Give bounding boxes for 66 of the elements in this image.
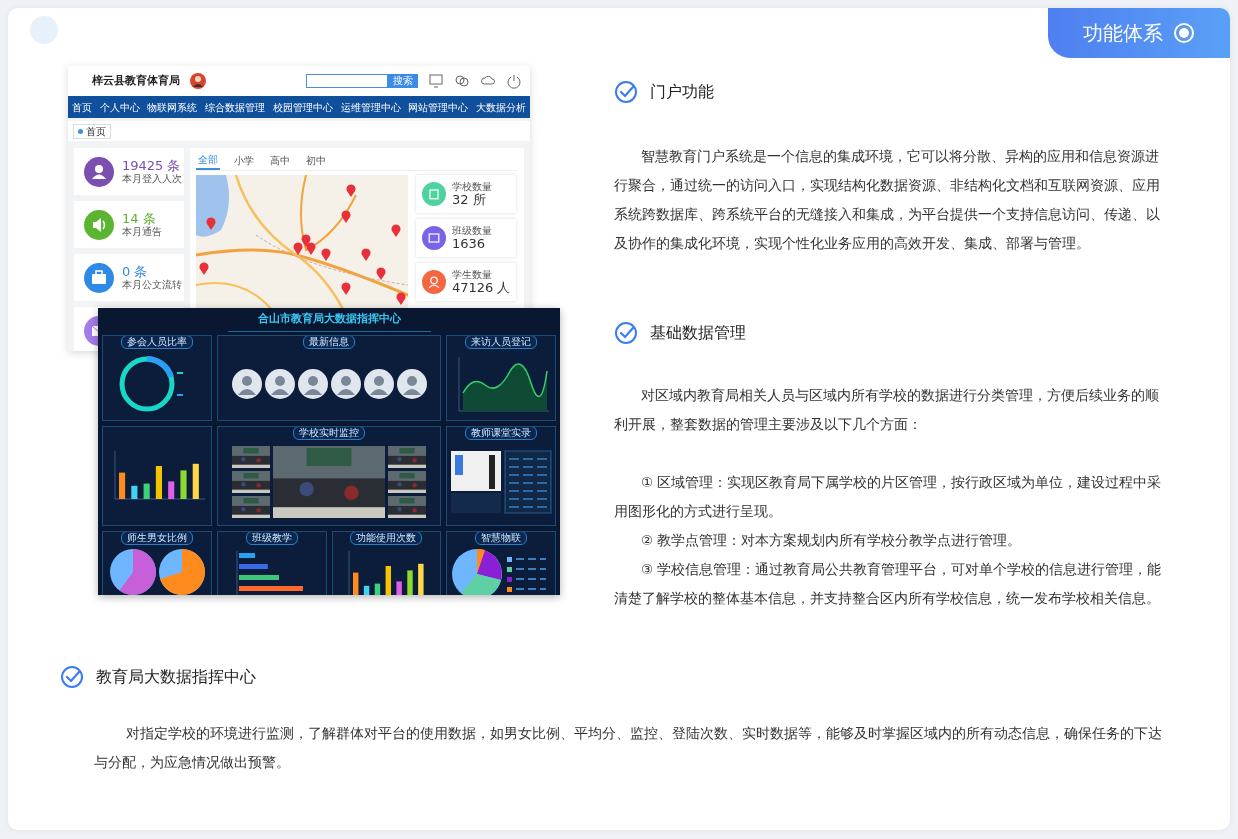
stat-value: 19425 条 <box>122 158 182 173</box>
decoration-circle <box>30 16 58 44</box>
check-icon <box>614 321 638 345</box>
person-avatar-icon <box>231 369 262 399</box>
count-label: 学生数量 <box>452 269 493 281</box>
stat-label: 本月通告 <box>122 225 162 238</box>
avatar-icon <box>190 73 206 89</box>
count-value: 47126 人 <box>452 281 511 295</box>
target-icon <box>1173 22 1195 44</box>
nav-item[interactable]: 首页 <box>71 99 92 115</box>
panel-title: 来访人员登记 <box>465 335 537 349</box>
panel-title: 最新信息 <box>303 335 355 349</box>
chat-icon[interactable] <box>454 73 470 89</box>
pie-chart-drawing <box>109 549 156 595</box>
nav-item[interactable]: 运维管理中心 <box>340 99 401 115</box>
stat-value: 0 条 <box>122 264 149 279</box>
count-label: 学校数量 <box>452 181 492 193</box>
panel-title: 班级教学 <box>245 531 298 545</box>
paragraph: ① 区域管理：实现区教育局下属学校的片区管理，按行政区域为单位，建设过程中采用图形化的方式进行呈现。 <box>614 473 1163 521</box>
panel-title: 学校实时监控 <box>293 426 365 440</box>
person-avatar-icon <box>264 369 295 399</box>
breadcrumb-tab[interactable]: 首页 <box>73 123 111 139</box>
power-icon[interactable] <box>506 73 522 89</box>
count-value: 1636 <box>452 237 487 251</box>
filter-tab[interactable]: 小学 <box>232 151 256 170</box>
paragraph: ② 教学点管理：对本方案规划内所有学校分教学点进行管理。 <box>640 531 1023 550</box>
panel-title: 教师课堂实录 <box>465 426 537 440</box>
person-avatar-icon <box>396 369 427 399</box>
pie-chart-drawing <box>158 549 205 595</box>
dashboard-title: 合山市教育局大数据指挥中心 <box>227 310 431 332</box>
check-icon <box>614 80 638 104</box>
nav-item[interactable]: 综合数据管理 <box>205 99 266 115</box>
tab-label: 功能体系 <box>1083 20 1163 47</box>
person-avatar-icon <box>330 369 361 399</box>
filter-tab[interactable]: 初中 <box>304 151 328 170</box>
dot-icon <box>78 128 83 134</box>
stat-label: 本月公文流转 <box>122 278 182 291</box>
monitor-icon[interactable] <box>428 73 444 89</box>
paragraph: ③ 学校信息管理：通过教育局公共教育管理平台，可对单个学校的信息进行管理，能清楚了解学校的整体基本信息，并支持整合区内所有学校信息，统一发布学校相关信息。 <box>614 560 1163 608</box>
count-value: 32 所 <box>452 193 487 207</box>
filter-tab[interactable]: 高中 <box>268 151 292 170</box>
nav-item[interactable]: 个人中心 <box>99 99 140 115</box>
nav-item[interactable]: 大数据分析 <box>476 99 527 115</box>
site-title: 梓云县教育体育局 <box>92 72 180 89</box>
section-heading: 教育局大数据指挥中心 <box>96 666 256 688</box>
search-button[interactable]: 搜索 <box>388 74 418 88</box>
count-label: 班级数量 <box>452 225 492 237</box>
person-avatar-icon <box>297 369 328 399</box>
check-icon <box>60 665 84 689</box>
person-avatar-icon <box>363 369 394 399</box>
paragraph: 对指定学校的环境进行监测，了解群体对平台的使用数据，如男女比例、平均分、监控、登陆次数、实时数据等，能够及时掌握区域内的所有动态信息，确保任务的下达与分配，为应急情况做出预警。 <box>93 724 1164 772</box>
section-heading: 门户功能 <box>650 81 714 103</box>
filter-tab[interactable]: 全部 <box>196 151 220 170</box>
nav-item[interactable]: 网站管理中心 <box>408 99 469 115</box>
search-field[interactable] <box>306 74 388 88</box>
nav-item[interactable]: 物联网系统 <box>147 99 198 115</box>
stat-label: 本月登入人次 <box>122 172 182 185</box>
panel-title: 功能使用次数 <box>350 531 423 545</box>
panel-title: 智慧物联 <box>475 531 527 545</box>
nav-item[interactable]: 校园管理中心 <box>272 99 333 115</box>
stat-value: 14 条 <box>122 211 157 226</box>
paragraph: 智慧教育门户系统是一个信息的集成环境，它可以将分散、异构的应用和信息资源进行聚合，通过统一的访问入口，实现结构化数据资源、非结构化文档和互联网资源、应用系统跨数据库、跨系统平台的无缝接入和集成，为平台提供一个支持信息访问、传递、以及协作的集成化环境，实现个性化业务应用的高效开发、集成、部署与管理。 <box>614 147 1161 253</box>
panel-title: 师生男女比例 <box>121 531 193 545</box>
section-heading: 基础数据管理 <box>650 322 746 344</box>
panel-title: 参会人员比率 <box>121 335 193 349</box>
paragraph: 对区域内教育局相关人员与区域内所有学校的数据进行分类管理，方便后续业务的顺利开展，整套数据的管理主要涉及以下几个方面： <box>614 386 1160 434</box>
